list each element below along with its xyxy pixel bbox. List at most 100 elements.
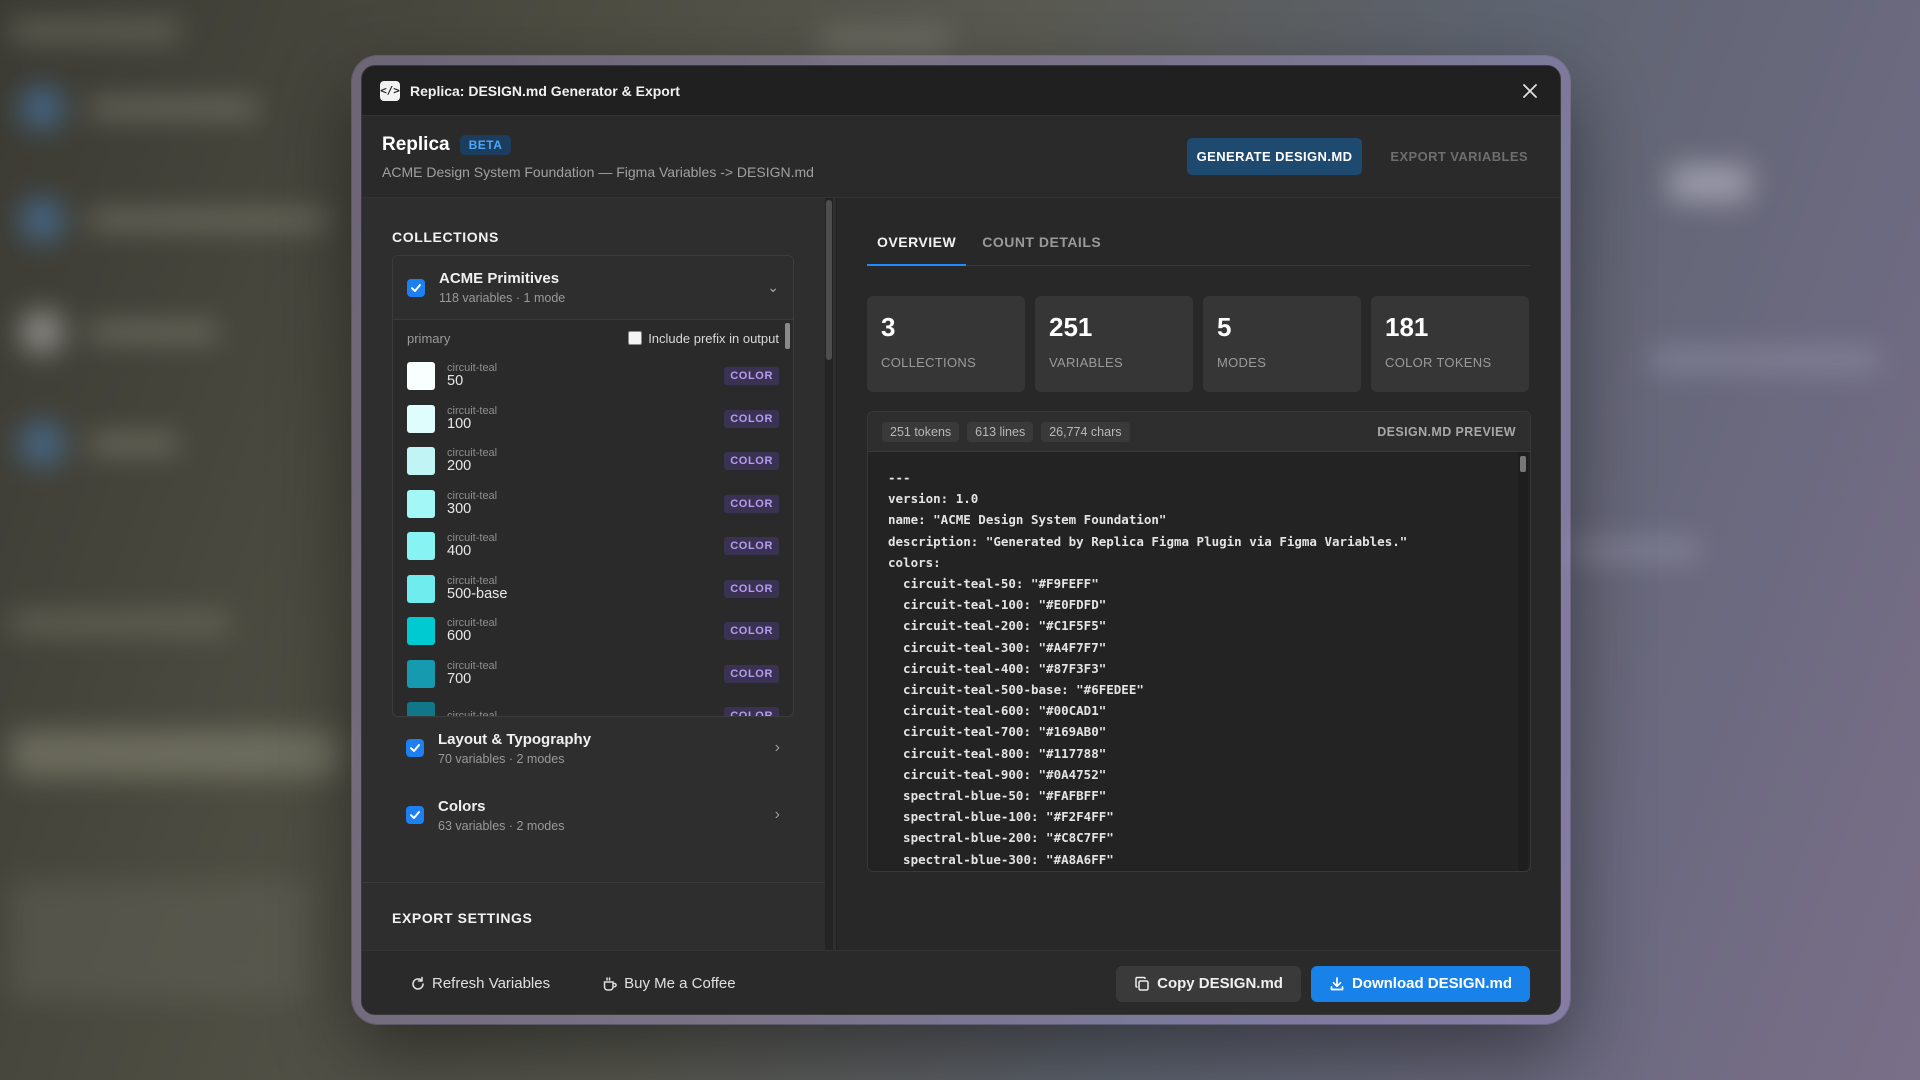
download-icon <box>1330 976 1344 990</box>
preview-code[interactable]: --- version: 1.0 name: "ACME Design Syst… <box>868 452 1518 871</box>
stat-value: 181 <box>1385 312 1429 342</box>
close-icon <box>1523 83 1537 98</box>
variable-row[interactable]: circuit-teal 500-base COLOR <box>393 568 793 611</box>
group-label: primary <box>407 330 451 346</box>
variable-name: 200 <box>447 458 472 475</box>
preview-header: 251 tokens 613 lines 26,774 chars DESIGN… <box>868 412 1530 452</box>
stat-label: COLOR TOKENS <box>1385 355 1492 370</box>
divider <box>362 882 825 883</box>
collection-colors[interactable]: Colors 63 variables · 2 modes › <box>392 787 794 843</box>
variable-list: primary Include prefix in output circuit… <box>393 321 793 716</box>
variable-group: circuit-teal <box>447 574 498 587</box>
color-swatch <box>407 702 435 716</box>
collection-acme-primitives: ACME Primitives 118 variables · 1 mode ⌄… <box>392 255 794 717</box>
line-count-pill: 613 lines <box>967 421 1034 442</box>
buy-me-a-coffee-button[interactable]: Buy Me a Coffee <box>594 967 743 1000</box>
variable-group: circuit-teal <box>447 659 498 672</box>
collection-name: Colors <box>438 797 486 815</box>
export-variables-button[interactable]: EXPORT VARIABLES <box>1378 138 1540 175</box>
collection-layout-typography[interactable]: Layout & Typography 70 variables · 2 mod… <box>392 720 794 776</box>
brand-name: Replica <box>382 133 450 155</box>
left-panel-scrollbar[interactable] <box>825 198 833 950</box>
variable-row[interactable]: circuit-teal 700 COLOR <box>393 653 793 696</box>
type-tag: COLOR <box>724 537 779 556</box>
include-prefix-toggle[interactable]: Include prefix in output <box>628 331 779 346</box>
copy-icon <box>1135 976 1149 991</box>
variable-row[interactable]: circuit-teal 50 COLOR <box>393 355 793 398</box>
plugin-modal: </> Replica: DESIGN.md Generator & Expor… <box>361 65 1561 1015</box>
collection-checkbox[interactable] <box>407 278 425 297</box>
variable-name: 400 <box>447 543 472 560</box>
stat-value: 3 <box>881 312 896 342</box>
collections-title: COLLECTIONS <box>392 229 499 245</box>
overview-panel: OVERVIEW COUNT DETAILS 3 COLLECTIONS 251… <box>837 198 1560 950</box>
variable-row[interactable]: circuit-teal 200 COLOR <box>393 440 793 483</box>
variable-name: 300 <box>447 500 472 517</box>
collections-panel: COLLECTIONS ACME Primitives 118 variable… <box>362 198 837 950</box>
variable-name: 600 <box>447 628 472 645</box>
chevron-right-icon[interactable]: › <box>775 806 780 824</box>
color-swatch <box>407 617 435 646</box>
variable-group: circuit-teal <box>447 404 498 417</box>
collection-checkbox[interactable] <box>406 739 424 757</box>
chevron-right-icon[interactable]: › <box>775 739 780 757</box>
collection-meta: 118 variables · 1 mode <box>439 291 566 305</box>
variable-row[interactable]: circuit-teal 100 COLOR <box>393 398 793 441</box>
title-bar: </> Replica: DESIGN.md Generator & Expor… <box>362 66 1560 116</box>
collection-checkbox[interactable] <box>406 806 424 824</box>
type-tag: COLOR <box>724 579 779 598</box>
preview-scrollbar[interactable] <box>1518 452 1528 871</box>
close-button[interactable] <box>1518 79 1542 103</box>
header-subtitle: ACME Design System Foundation — Figma Va… <box>382 163 814 180</box>
color-swatch <box>407 659 435 688</box>
modal-frame: </> Replica: DESIGN.md Generator & Expor… <box>352 56 1570 1024</box>
variable-list-scrollbar[interactable] <box>785 321 791 711</box>
type-tag: COLOR <box>724 707 779 716</box>
variable-row[interactable]: circuit-teal COLOR <box>393 695 793 716</box>
stats-row: 3 COLLECTIONS 251 VARIABLES 5 MODES 181 … <box>867 296 1529 392</box>
refresh-icon <box>412 976 424 990</box>
variable-name: 100 <box>447 415 472 432</box>
variable-row[interactable]: circuit-teal 600 COLOR <box>393 610 793 653</box>
refresh-label: Refresh Variables <box>432 975 551 992</box>
check-icon <box>410 744 420 752</box>
variable-group: circuit-teal <box>447 489 498 502</box>
plugin-header: Replica BETA ACME Design System Foundati… <box>362 116 1560 198</box>
color-swatch <box>407 362 435 391</box>
color-swatch <box>407 489 435 518</box>
refresh-variables-button[interactable]: Refresh Variables <box>402 967 558 1000</box>
coffee-cup-icon <box>603 976 617 991</box>
token-count-pill: 251 tokens <box>882 421 960 442</box>
beta-badge: BETA <box>459 134 512 155</box>
char-count-pill: 26,774 chars <box>1041 421 1130 442</box>
variable-name: 50 <box>447 373 464 390</box>
color-swatch <box>407 404 435 433</box>
tab-overview[interactable]: OVERVIEW <box>867 224 967 266</box>
download-design-md-button[interactable]: Download DESIGN.md <box>1310 965 1530 1002</box>
design-md-preview: 251 tokens 613 lines 26,774 chars DESIGN… <box>867 411 1531 872</box>
code-icon: </> <box>380 80 400 101</box>
tab-bar: OVERVIEW COUNT DETAILS <box>867 224 1530 266</box>
stat-card-color-tokens: 181 COLOR TOKENS <box>1371 296 1529 392</box>
variable-name: 700 <box>447 670 472 687</box>
collection-name: Layout & Typography <box>438 730 592 748</box>
stat-card-collections: 3 COLLECTIONS <box>867 296 1025 392</box>
download-label: Download DESIGN.md <box>1351 975 1512 992</box>
tab-count-details[interactable]: COUNT DETAILS <box>972 224 1111 266</box>
stat-label: VARIABLES <box>1049 355 1123 370</box>
type-tag: COLOR <box>724 664 779 683</box>
variable-name: 500-base <box>447 585 508 602</box>
color-swatch <box>407 574 435 603</box>
include-prefix-label: Include prefix in output <box>648 330 779 346</box>
chevron-down-icon[interactable]: ⌄ <box>767 279 779 296</box>
stat-label: COLLECTIONS <box>881 355 977 370</box>
include-prefix-checkbox[interactable] <box>628 331 643 345</box>
generate-design-md-button[interactable]: GENERATE DESIGN.MD <box>1186 138 1363 175</box>
copy-design-md-button[interactable]: Copy DESIGN.md <box>1116 965 1301 1002</box>
variable-row[interactable]: circuit-teal 300 COLOR <box>393 483 793 526</box>
variable-row[interactable]: circuit-teal 400 COLOR <box>393 525 793 568</box>
collection-header[interactable]: ACME Primitives 118 variables · 1 mode ⌄ <box>393 256 793 320</box>
check-icon <box>411 283 421 292</box>
stat-label: MODES <box>1217 355 1267 370</box>
stat-value: 251 <box>1049 312 1093 342</box>
